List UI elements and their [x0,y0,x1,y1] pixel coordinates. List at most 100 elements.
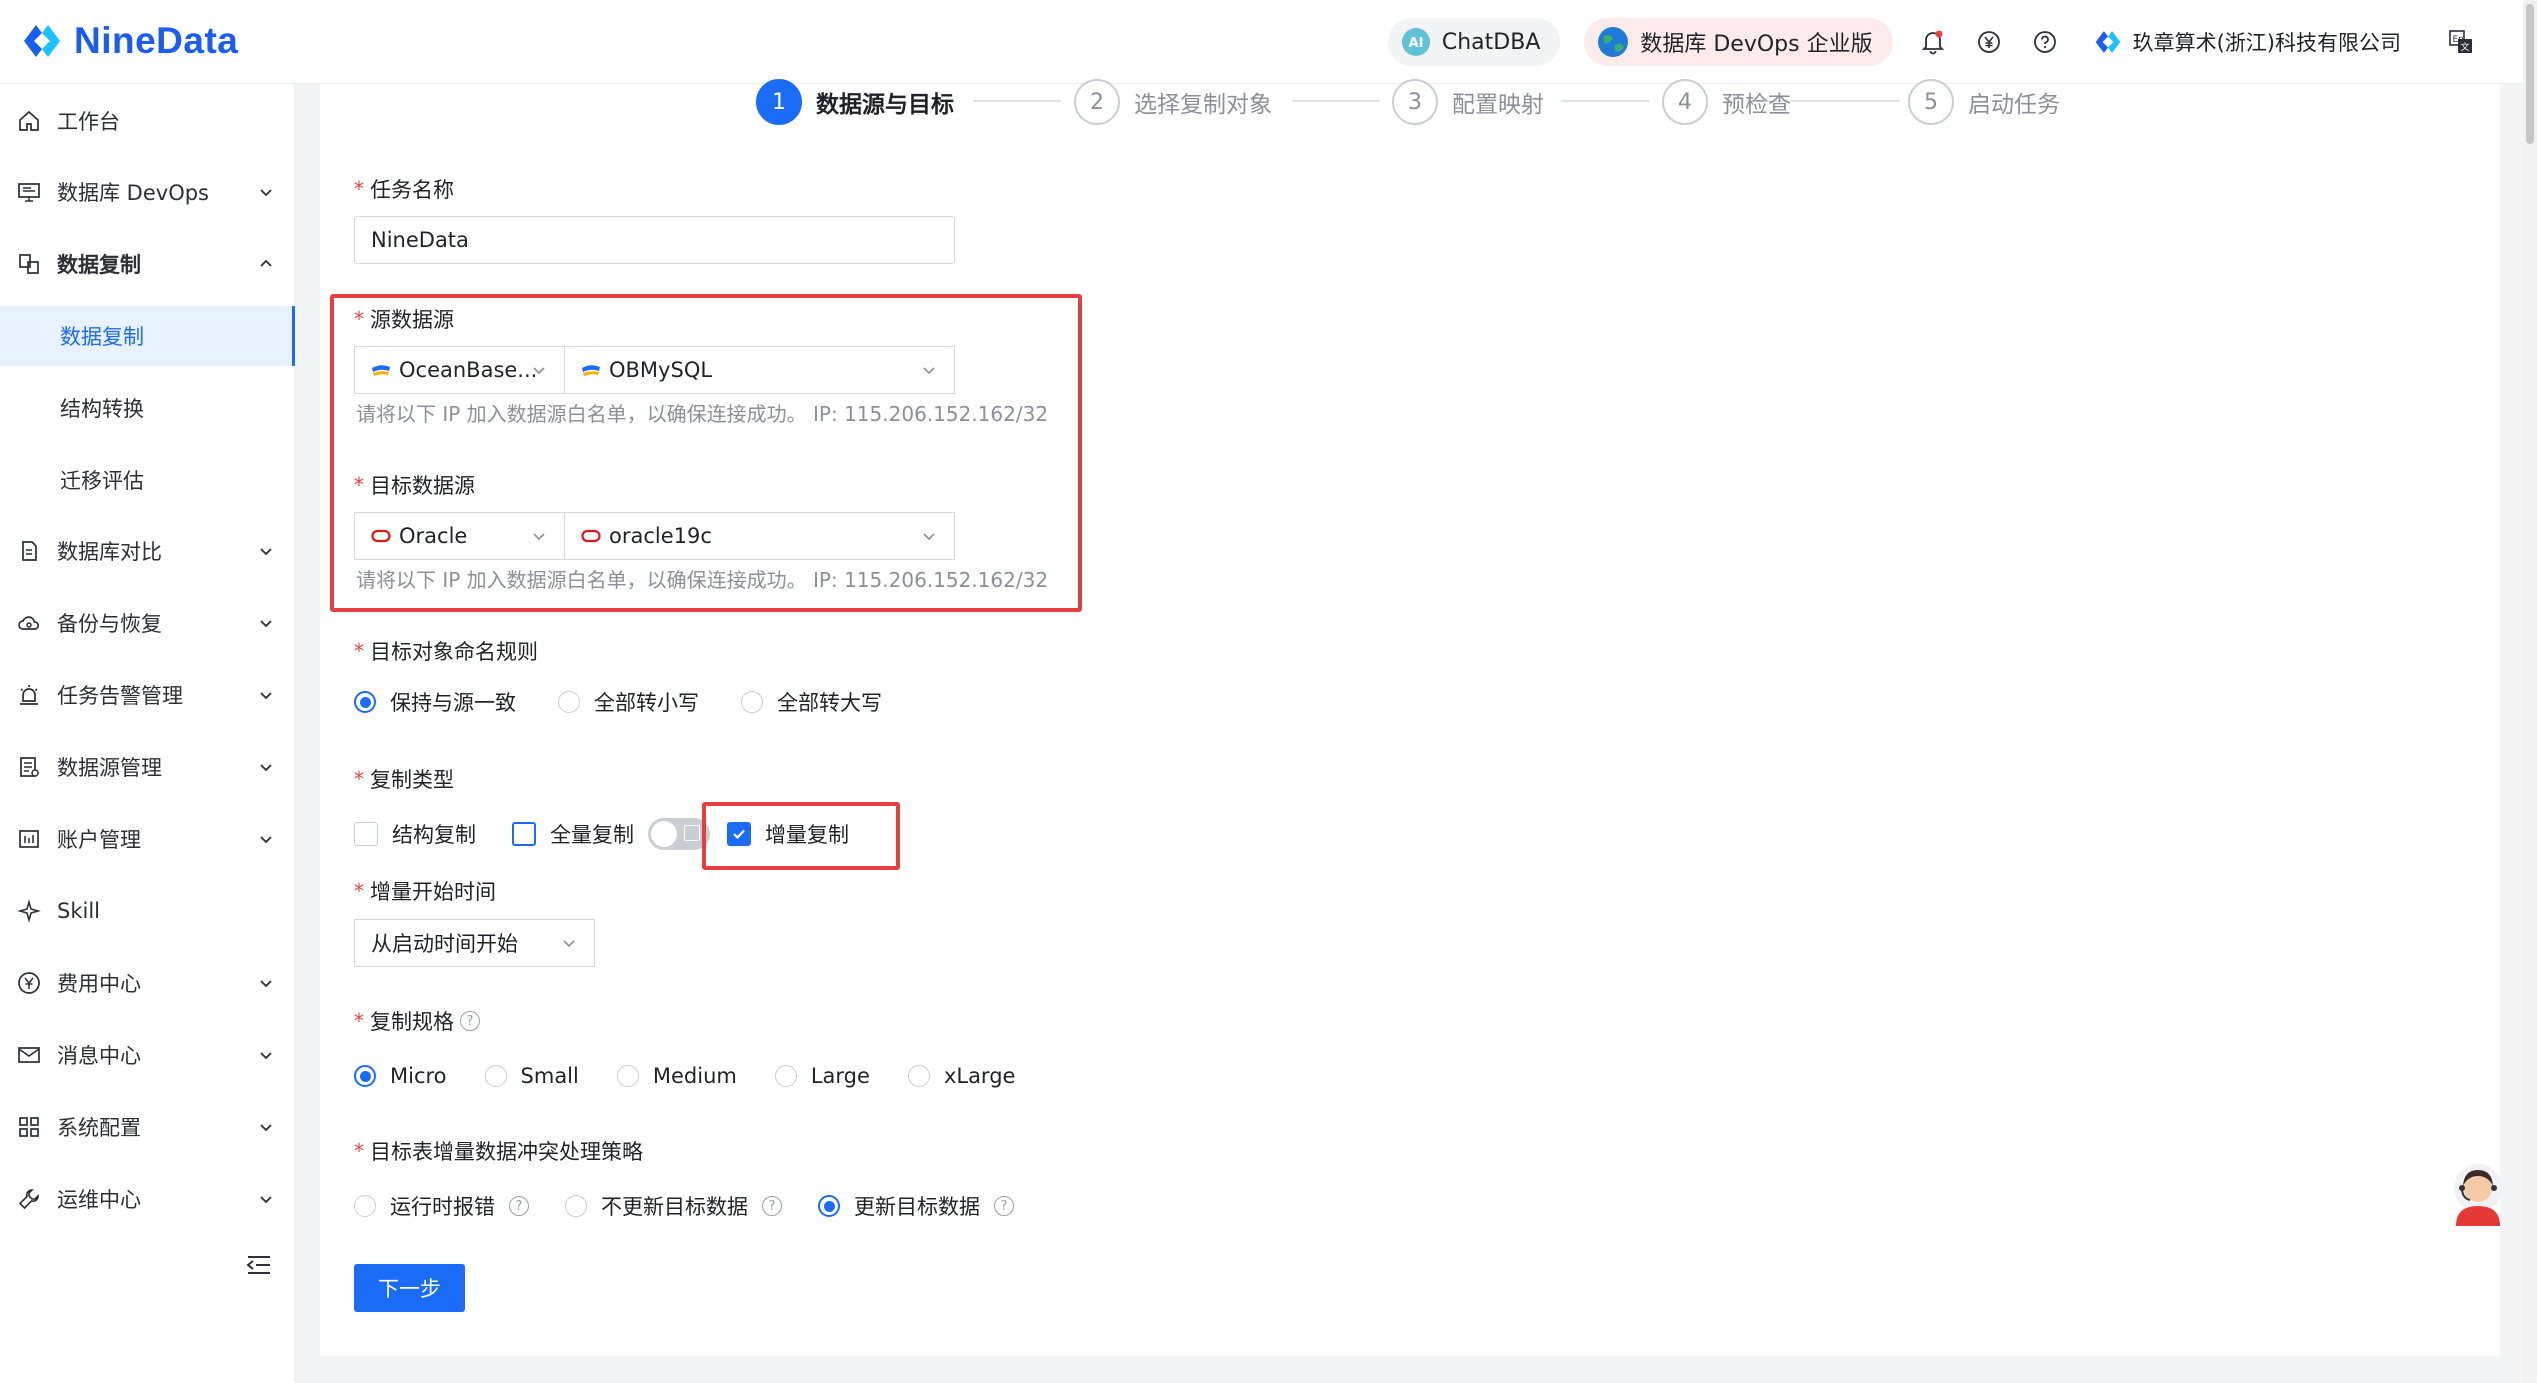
organization-switcher[interactable]: 玖章算术(浙江)科技有限公司 [2093,27,2401,57]
conflict-option-update[interactable]: 更新目标数据? [818,1191,1014,1221]
naming-option-upper[interactable]: 全部转大写 [741,687,882,717]
chevron-down-icon [533,533,545,541]
radio-button[interactable] [774,1065,797,1087]
help-icon[interactable]: ? [762,1196,782,1216]
incremental-start-select[interactable]: 从启动时间开始 [354,919,595,967]
required-mark: * [354,307,364,331]
target-type-select[interactable]: Oracle [354,512,565,560]
replication-icon [19,254,39,274]
notification-button[interactable] [1917,26,1949,58]
full-copy-schedule-toggle[interactable] [648,818,710,850]
help-icon[interactable]: ? [994,1196,1014,1216]
conflict-strategy-group: 运行时报错? 不更新目标数据? 更新目标数据? [354,1188,1014,1224]
source-instance-value: OBMySQL [609,358,713,382]
radio-button[interactable] [818,1195,840,1217]
sidebar-subitem-schema-conversion[interactable]: 结构转换 [0,378,295,438]
radio-button[interactable] [484,1065,507,1087]
step-connector [1561,100,1649,102]
incremental-start-value: 从启动时间开始 [371,932,518,956]
naming-option-lower[interactable]: 全部转小写 [558,687,699,717]
alarm-icon [20,685,38,705]
next-step-button[interactable]: 下一步 [354,1264,465,1312]
spec-label: * 复制规格 ? [354,1006,480,1036]
support-avatar-icon[interactable] [2446,1160,2510,1230]
chevron-down-icon [260,1052,272,1060]
option-label: 更新目标数据 [854,1195,980,1219]
sidebar-item-datasource-mgmt[interactable]: 数据源管理 [0,741,295,793]
skill-icon [17,899,41,923]
billing-button[interactable] [1973,26,2005,58]
chatdba-button[interactable]: AI ChatDBA [1387,18,1561,66]
source-type-select[interactable]: OceanBase... [354,346,565,394]
check-icon [733,829,745,840]
chatdba-label: ChatDBA [1441,29,1541,55]
spec-option-large[interactable]: Large [774,1064,870,1088]
radio-button[interactable] [616,1065,639,1087]
devops-edition-button[interactable]: 数据库 DevOps 企业版 [1584,18,1893,66]
checkbox[interactable] [512,822,536,846]
sidebar-item-messages[interactable]: 消息中心 [0,1029,295,1081]
oracle-icon [371,529,391,543]
conflict-option-skip[interactable]: 不更新目标数据? [565,1191,782,1221]
radio-button[interactable] [558,691,580,713]
naming-option-keep[interactable]: 保持与源一致 [354,687,516,717]
logo[interactable]: NineData [20,16,238,66]
copy-option-incremental[interactable]: 增量复制 [727,819,849,849]
sidebar-item-db-compare[interactable]: 数据库对比 [0,525,295,577]
sidebar-item-billing[interactable]: 费用中心 [0,957,295,1009]
chevron-down-icon [260,1124,272,1132]
option-label: Small [520,1064,579,1088]
spec-option-xlarge[interactable]: xLarge [907,1064,1015,1088]
radio-button[interactable] [354,1065,376,1087]
sidebar-item-account-mgmt[interactable]: 账户管理 [0,813,295,865]
help-icon[interactable]: ? [460,1011,480,1031]
scrollbar-thumb[interactable] [2526,4,2534,144]
checkbox[interactable] [727,822,751,846]
conflict-option-error[interactable]: 运行时报错? [354,1191,529,1221]
radio-button[interactable] [565,1195,587,1217]
copy-option-schema[interactable]: 结构复制 [354,819,476,849]
sidebar-item-replication[interactable]: 数据复制 [0,238,295,290]
source-instance-select[interactable]: OBMySQL [564,346,955,394]
help-button[interactable] [2029,26,2061,58]
task-name-input[interactable]: NineData [354,216,955,264]
step-number: 1 [756,79,802,125]
sidebar-subitem-migration-assessment[interactable]: 迁移评估 [0,450,295,510]
chevron-down-icon [563,940,575,948]
step-number: 3 [1392,79,1438,125]
spec-option-small[interactable]: Small [484,1064,579,1088]
sidebar-item-ops-center[interactable]: 运维中心 [0,1173,295,1225]
sidebar-subitem-replication[interactable]: 数据复制 [0,306,295,366]
radio-button[interactable] [354,1195,376,1217]
sidebar-item-label: 数据复制 [57,253,141,277]
help-icon[interactable]: ? [509,1196,529,1216]
sidebar-item-skill[interactable]: Skill [0,885,295,937]
field-label-text: 增量开始时间 [370,880,496,904]
radio-button[interactable] [354,691,376,713]
collapse-sidebar-icon[interactable] [246,1254,272,1276]
radio-button[interactable] [741,691,763,713]
sidebar-item-task-alerts[interactable]: 任务告警管理 [0,669,295,721]
step-connector [1292,100,1380,102]
target-type-value: Oracle [399,524,468,548]
copy-option-full[interactable]: 全量复制 [512,819,634,849]
sidebar-item-system-config[interactable]: 系统配置 [0,1101,295,1153]
spec-option-medium[interactable]: Medium [616,1064,737,1088]
page-scrollbar[interactable] [2523,0,2537,1383]
checkbox[interactable] [354,822,378,846]
language-button[interactable]: En 文 [2445,26,2477,58]
step-number: 2 [1074,79,1120,125]
sidebar-item-label: 账户管理 [57,828,141,852]
sidebar-item-label: 备份与恢复 [57,612,162,636]
field-label-text: 目标表增量数据冲突处理策略 [370,1140,643,1164]
sidebar-item-workbench[interactable]: 工作台 [0,95,295,147]
target-instance-select[interactable]: oracle19c [564,512,955,560]
spec-option-micro[interactable]: Micro [354,1064,447,1088]
sidebar-item-label: 消息中心 [57,1044,141,1068]
step-4: 4 预检查 [1662,78,1791,126]
step-number: 5 [1908,79,1954,125]
sidebar-item-devops[interactable]: 数据库 DevOps [0,166,295,218]
radio-button[interactable] [907,1065,930,1087]
sidebar-item-backup-restore[interactable]: 备份与恢复 [0,597,295,649]
sidebar-item-label: 数据复制 [60,325,144,349]
